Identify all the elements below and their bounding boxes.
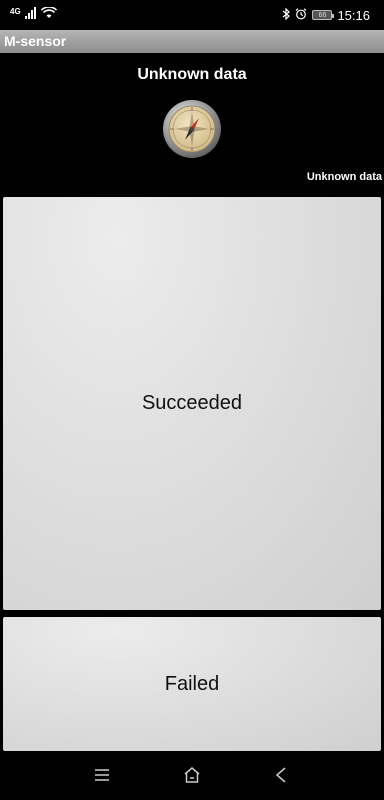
alarm-icon <box>295 7 307 23</box>
compass-icon <box>162 99 222 159</box>
succeeded-button[interactable]: Succeeded <box>3 197 381 610</box>
navigation-bar <box>0 752 384 800</box>
home-button[interactable] <box>172 762 212 792</box>
back-icon <box>274 766 288 788</box>
menu-icon <box>94 768 110 787</box>
app-title: M-sensor <box>4 33 67 49</box>
network-type-label: 4G <box>10 6 21 16</box>
wifi-icon <box>40 6 57 24</box>
sensor-value: Unknown data <box>306 171 382 183</box>
home-icon <box>183 766 201 788</box>
status-bar: 4G 66 15:16 <box>0 0 384 30</box>
app-bar: M-sensor <box>0 30 384 53</box>
signal-icon <box>24 6 37 24</box>
failed-button[interactable]: Failed <box>3 617 381 751</box>
sensor-heading: Unknown data <box>137 66 247 83</box>
status-left: 4G <box>10 6 57 24</box>
status-right: 66 15:16 <box>282 6 370 24</box>
menu-button[interactable] <box>82 762 122 792</box>
bluetooth-icon <box>282 7 291 23</box>
back-button[interactable] <box>261 762 301 792</box>
battery-icon: 66 <box>312 10 335 20</box>
clock-time: 15:16 <box>337 7 370 23</box>
